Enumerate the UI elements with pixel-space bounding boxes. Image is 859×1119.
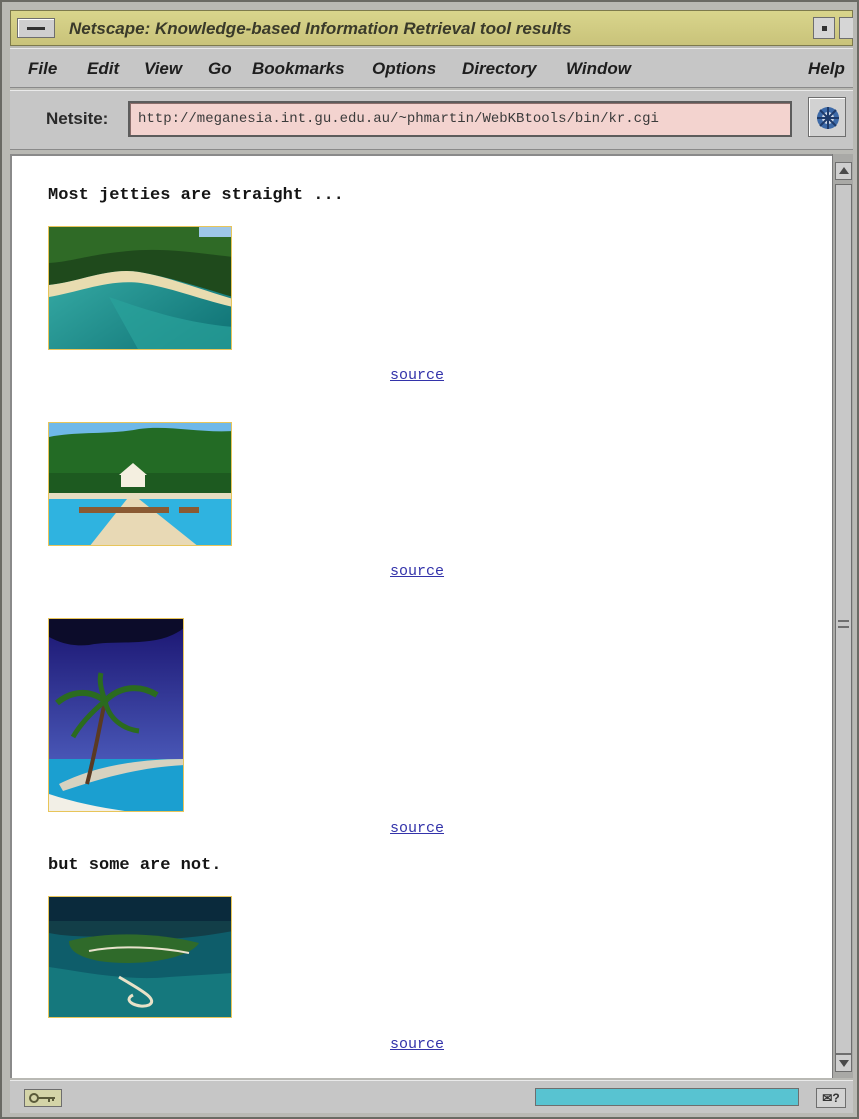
- menu-file[interactable]: File: [28, 59, 57, 79]
- menu-options[interactable]: Options: [372, 59, 436, 79]
- scroll-grip-icon: [838, 620, 849, 628]
- page-content: Most jetties are straight ... source sou…: [10, 154, 832, 1078]
- curved-jetty-island-photo: [48, 896, 232, 1018]
- progress-fill: [536, 1089, 798, 1105]
- menu-help[interactable]: Help: [808, 59, 845, 79]
- source-link-3[interactable]: source: [390, 820, 444, 837]
- palm-tree-jetty-photo: [48, 618, 184, 812]
- title-bar[interactable]: Netscape: Knowledge-based Information Re…: [10, 10, 853, 46]
- status-bar: ✉?: [10, 1080, 853, 1113]
- minimize-button[interactable]: [813, 17, 835, 39]
- source-link-2[interactable]: source: [390, 563, 444, 580]
- browser-window: Netscape: Knowledge-based Information Re…: [0, 0, 859, 1119]
- maximize-button[interactable]: [839, 17, 853, 39]
- scroll-thumb[interactable]: [835, 184, 852, 1054]
- contrast-text: but some are not.: [48, 856, 222, 875]
- scroll-down-arrow-icon[interactable]: [835, 1054, 852, 1072]
- vertical-scrollbar[interactable]: [832, 154, 853, 1078]
- intro-text: Most jetties are straight ...: [48, 186, 344, 205]
- progress-bar: [535, 1088, 799, 1106]
- location-label: Netsite:: [46, 109, 109, 128]
- scroll-up-arrow-icon[interactable]: [835, 162, 852, 180]
- menu-edit[interactable]: Edit: [87, 59, 119, 79]
- netscape-logo-icon[interactable]: [808, 97, 846, 137]
- menu-bookmarks[interactable]: Bookmarks: [252, 59, 345, 79]
- menu-bar: File Edit View Go Bookmarks Options Dire…: [10, 48, 853, 88]
- menu-go[interactable]: Go: [208, 59, 232, 79]
- url-field[interactable]: http://meganesia.int.gu.edu.au/~phmartin…: [128, 101, 792, 137]
- window-menu-button[interactable]: [17, 18, 55, 38]
- tropical-beach-photo: [48, 226, 232, 350]
- menu-directory[interactable]: Directory: [462, 59, 537, 79]
- menu-window[interactable]: Window: [566, 59, 631, 79]
- straight-jetty-photo: [48, 422, 232, 546]
- menu-view[interactable]: View: [144, 59, 182, 79]
- source-link-4[interactable]: source: [390, 1036, 444, 1053]
- source-link-1[interactable]: source: [390, 367, 444, 384]
- location-bar: Netsite: http://meganesia.int.gu.edu.au/…: [10, 90, 853, 150]
- mail-icon[interactable]: ✉?: [816, 1088, 846, 1108]
- window-title: Netscape: Knowledge-based Information Re…: [69, 19, 572, 38]
- security-key-icon[interactable]: [24, 1089, 62, 1107]
